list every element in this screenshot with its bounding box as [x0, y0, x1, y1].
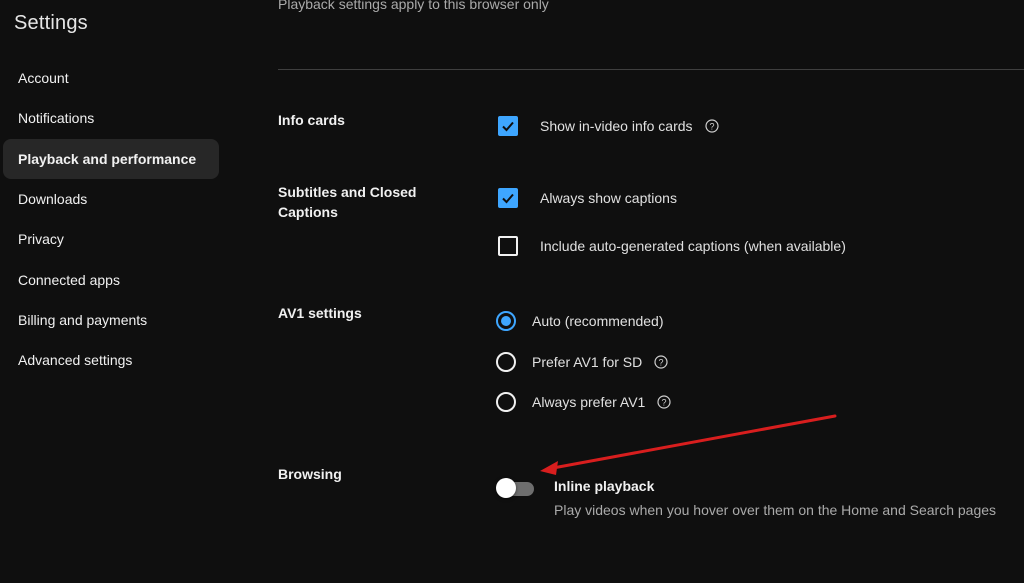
sidebar-item-downloads[interactable]: Downloads: [3, 179, 219, 219]
av1-always-prefer-radio[interactable]: [496, 392, 516, 412]
inline-playback-toggle[interactable]: [496, 477, 534, 499]
help-icon[interactable]: ?: [654, 355, 668, 369]
settings-title: Settings: [14, 12, 88, 34]
playback-note: Playback settings apply to this browser …: [278, 0, 549, 12]
sidebar-item-privacy[interactable]: Privacy: [3, 219, 219, 259]
svg-text:?: ?: [659, 358, 664, 368]
av1-prefer-sd-option: Prefer AV1 for SD ?: [496, 352, 668, 372]
always-show-captions-label: Always show captions: [540, 190, 677, 206]
help-icon[interactable]: ?: [657, 395, 671, 409]
inline-playback-title: Inline playback: [554, 478, 655, 494]
av1-always-prefer-option: Always prefer AV1 ?: [496, 392, 671, 412]
av1-auto-radio[interactable]: [496, 311, 516, 331]
av1-prefer-sd-radio[interactable]: [496, 352, 516, 372]
checkmark-icon: [502, 121, 514, 132]
help-icon[interactable]: ?: [704, 119, 719, 133]
settings-content: Playback settings apply to this browser …: [240, 0, 1024, 583]
sidebar-item-account[interactable]: Account: [3, 58, 219, 98]
svg-text:?: ?: [709, 122, 714, 132]
sidebar-item-billing-and-payments[interactable]: Billing and payments: [3, 300, 219, 340]
subtitles-label: Subtitles and Closed Captions: [278, 184, 417, 220]
av1-always-prefer-label: Always prefer AV1: [532, 394, 646, 410]
av1-prefer-sd-label: Prefer AV1 for SD: [532, 354, 643, 370]
inline-playback-description: Play videos when you hover over them on …: [554, 502, 997, 518]
toggle-knob: [496, 478, 516, 498]
av1-settings-label: AV1 settings: [278, 305, 362, 321]
sidebar-item-playback-and-performance[interactable]: Playback and performance: [3, 139, 219, 179]
radio-dot: [501, 316, 511, 326]
always-show-captions-option: Always show captions: [498, 188, 677, 208]
svg-text:?: ?: [662, 398, 667, 408]
always-show-captions-checkbox[interactable]: [498, 188, 518, 208]
auto-generated-captions-checkbox[interactable]: [498, 236, 518, 256]
auto-generated-captions-option: Include auto-generated captions (when av…: [498, 236, 846, 256]
browsing-label: Browsing: [278, 466, 342, 482]
av1-auto-option: Auto (recommended): [496, 311, 664, 331]
auto-generated-captions-label: Include auto-generated captions (when av…: [540, 238, 846, 254]
info-cards-option-label: Show in-video info cards: [540, 118, 693, 134]
info-cards-checkbox[interactable]: [498, 116, 518, 136]
checkmark-icon: [502, 193, 514, 204]
sidebar: Settings Account Notifications Playback …: [0, 0, 240, 583]
sidebar-item-connected-apps[interactable]: Connected apps: [3, 260, 219, 300]
info-cards-label: Info cards: [278, 112, 345, 128]
av1-auto-label: Auto (recommended): [532, 313, 664, 329]
sidebar-item-advanced-settings[interactable]: Advanced settings: [3, 340, 219, 380]
sidebar-item-notifications[interactable]: Notifications: [3, 98, 219, 138]
section-divider: [278, 69, 1024, 70]
info-cards-option: Show in-video info cards ?: [498, 116, 719, 136]
